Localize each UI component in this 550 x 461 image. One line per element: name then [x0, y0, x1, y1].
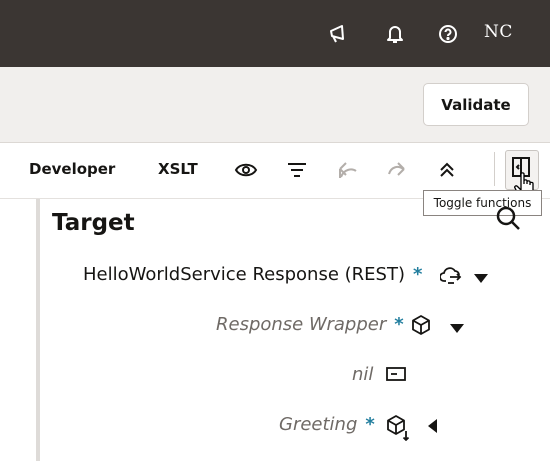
required-marker: *: [412, 264, 423, 285]
cloud-rest-icon: [439, 264, 464, 290]
tree-node-nil[interactable]: nil: [352, 364, 373, 385]
required-marker: *: [365, 414, 375, 435]
undo-icon[interactable]: [333, 156, 361, 184]
node-label: HelloWorldService Response (REST): [83, 264, 405, 285]
filter-icon[interactable]: [283, 156, 311, 184]
attribute-icon: [385, 366, 407, 386]
developer-toggle[interactable]: Developer: [29, 160, 115, 178]
validate-button[interactable]: Validate: [423, 83, 529, 126]
tree-node-helloworldservice[interactable]: HelloWorldService Response (REST) *: [83, 264, 422, 285]
required-marker: *: [394, 314, 404, 335]
bell-icon[interactable]: [381, 20, 409, 48]
node-label: nil: [352, 364, 374, 385]
top-bar: [0, 0, 550, 67]
redo-icon[interactable]: [383, 156, 411, 184]
help-icon[interactable]: [434, 20, 462, 48]
cube-leaf-icon: [386, 414, 412, 446]
source-panel-edge: [0, 199, 36, 461]
target-panel-title: Target: [52, 210, 135, 236]
toolbar-divider: [494, 152, 495, 186]
caret-down-icon[interactable]: [474, 269, 488, 288]
search-icon[interactable]: [494, 206, 522, 238]
node-label: Greeting: [279, 414, 358, 435]
tree-node-response-wrapper[interactable]: Response Wrapper *: [216, 314, 404, 335]
megaphone-icon[interactable]: [324, 20, 352, 48]
tree-node-greeting[interactable]: Greeting *: [279, 414, 375, 435]
node-label: Response Wrapper: [216, 314, 387, 335]
eye-icon[interactable]: [232, 156, 260, 184]
collapse-icon[interactable]: [433, 156, 461, 184]
panel-splitter[interactable]: [36, 199, 40, 461]
caret-down-icon[interactable]: [450, 319, 464, 338]
user-avatar-initials[interactable]: NC: [484, 22, 513, 42]
toggle-functions-tooltip: Toggle functions: [423, 190, 542, 216]
xslt-toggle[interactable]: XSLT: [158, 160, 198, 178]
caret-left-icon[interactable]: [428, 418, 438, 437]
cube-icon: [410, 314, 432, 340]
